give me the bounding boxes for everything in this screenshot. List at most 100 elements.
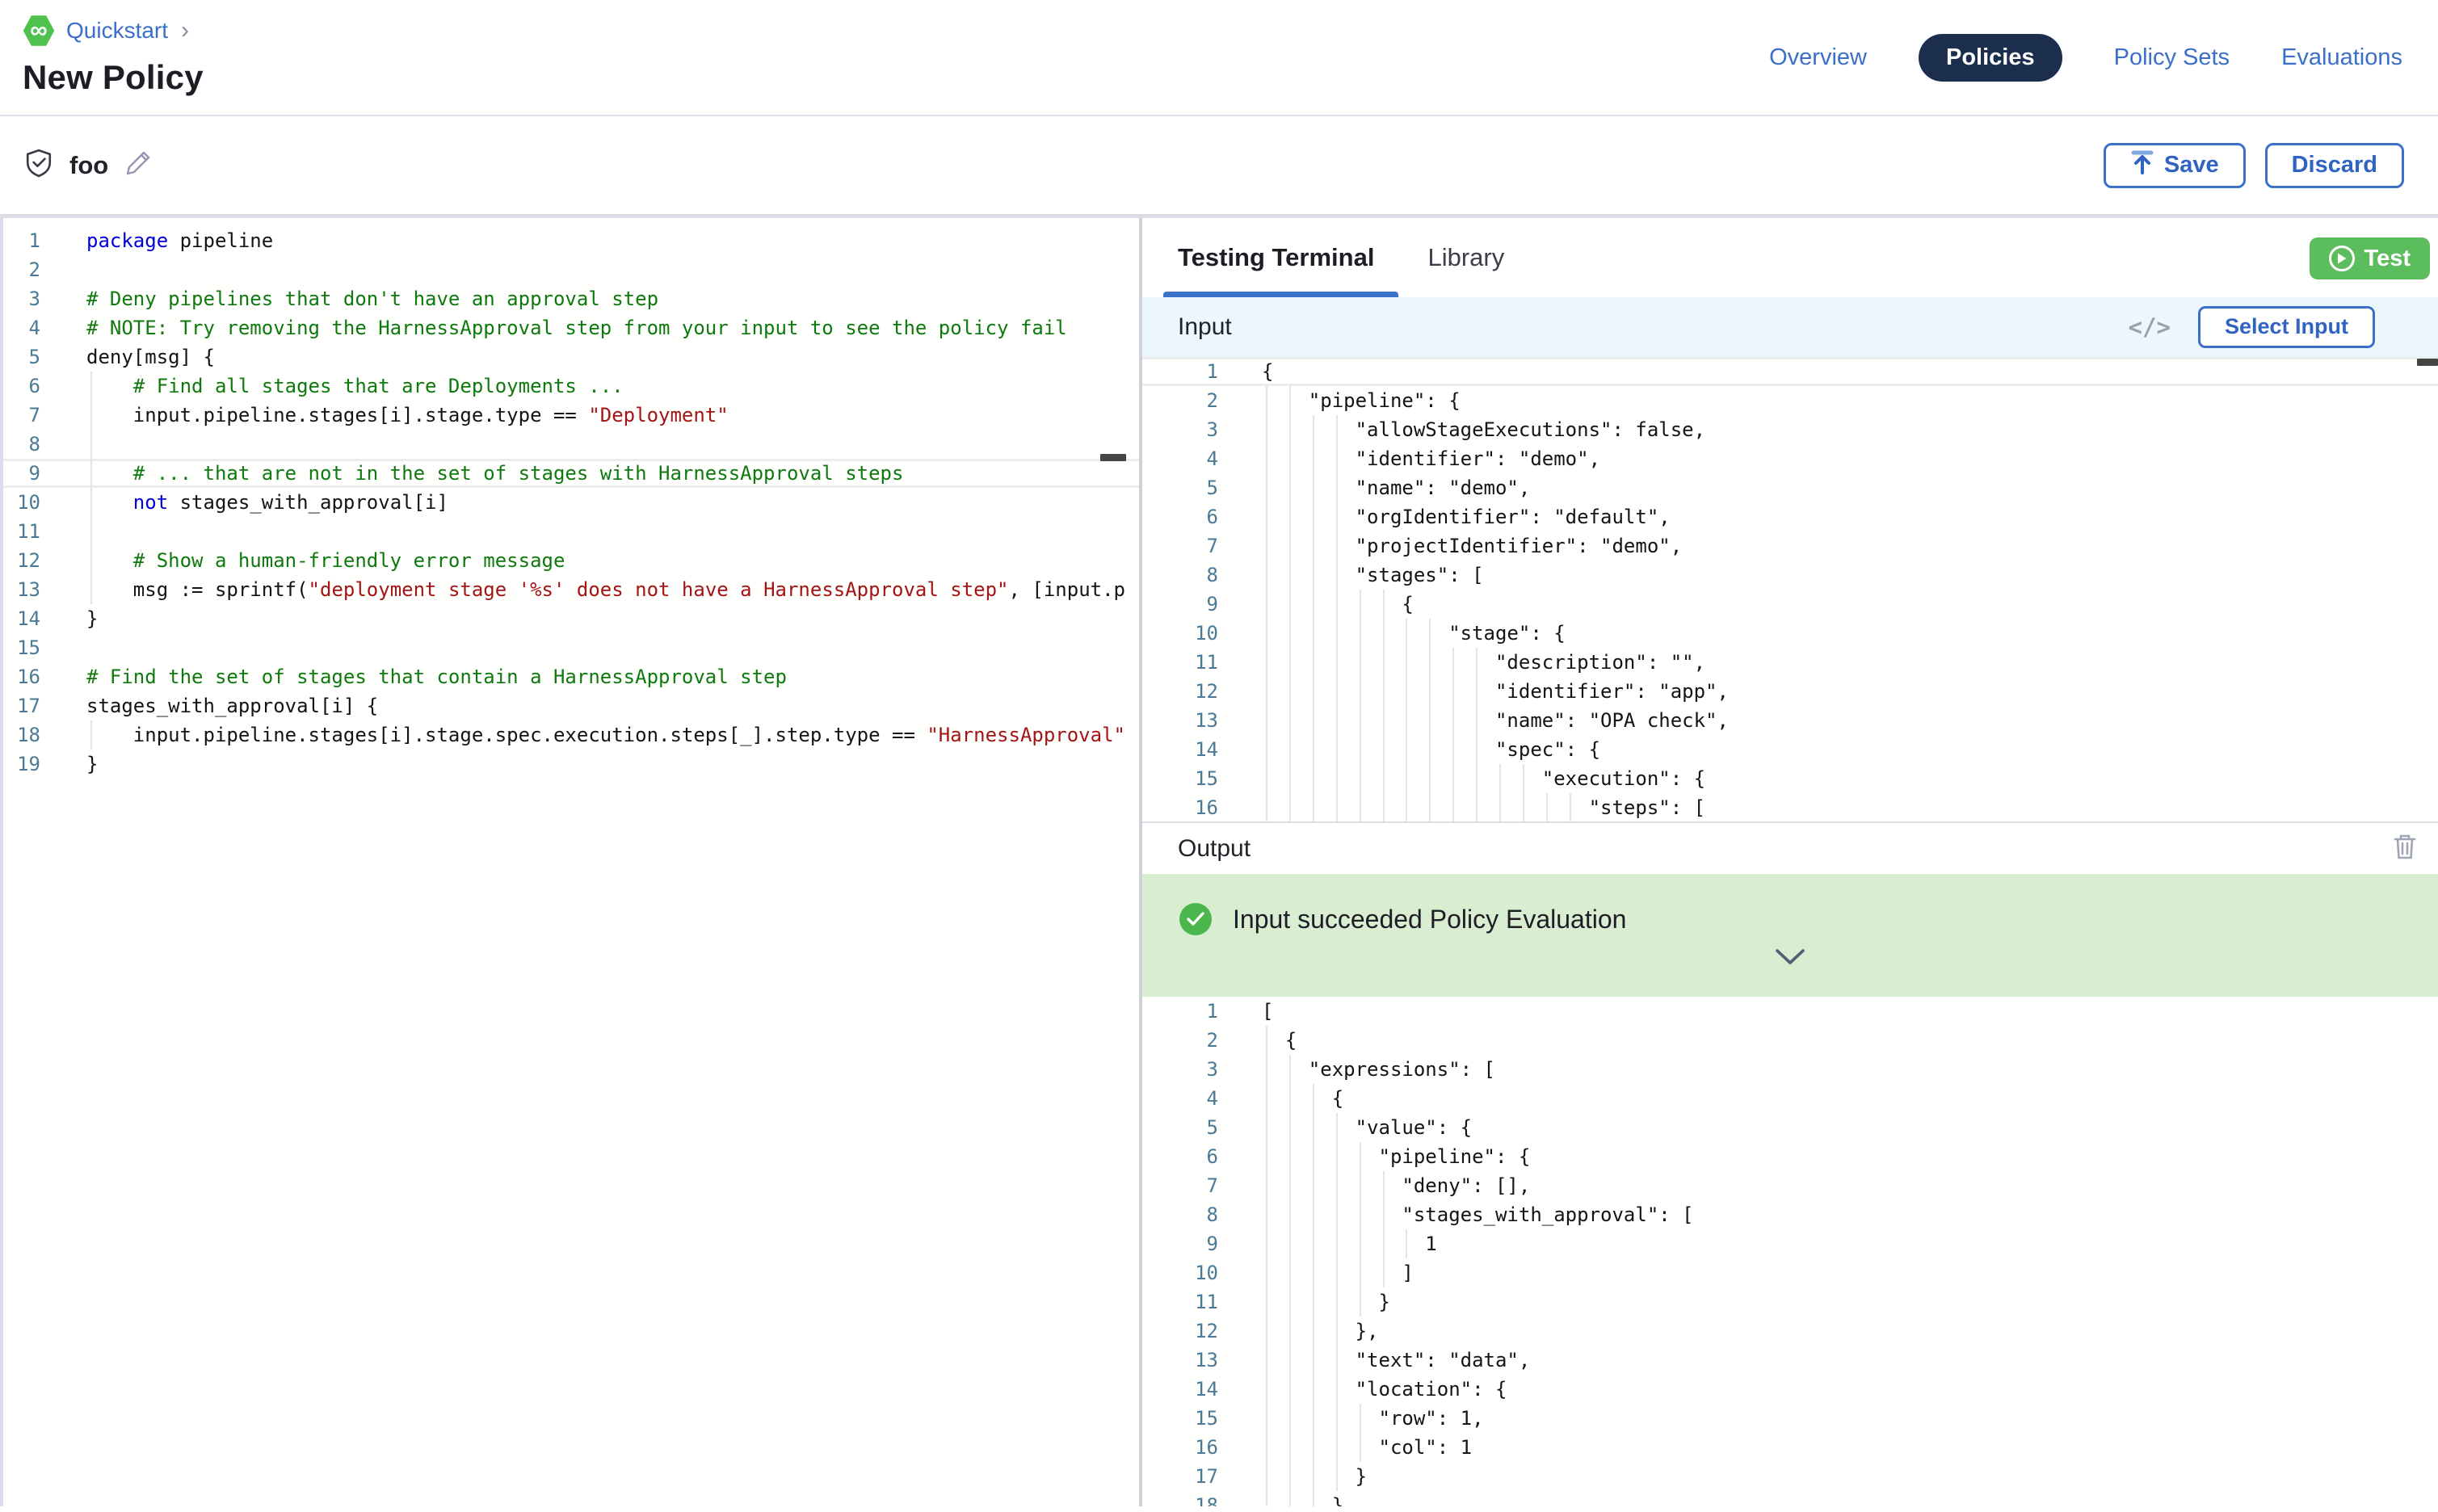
code-line[interactable]: 18 } xyxy=(1142,1491,2438,1506)
code-line[interactable]: 13 "name": "OPA check", xyxy=(1142,706,2438,735)
code-line-text: "deny": [], xyxy=(1262,1171,1530,1200)
code-line-text: "text": "data", xyxy=(1262,1346,1530,1375)
code-line[interactable]: 15 xyxy=(3,633,1139,662)
code-line[interactable]: 13 msg := sprintf("deployment stage '%s'… xyxy=(3,575,1139,604)
code-line[interactable]: 8 "stages_with_approval": [ xyxy=(1142,1200,2438,1229)
indent-guide xyxy=(1336,706,1338,735)
indent-guide xyxy=(1360,1258,1361,1287)
code-line[interactable]: 1{ xyxy=(1142,357,2438,386)
breadcrumb: ∞ Quickstart › xyxy=(23,15,204,47)
line-number: 4 xyxy=(1142,1084,1218,1113)
code-line[interactable]: 1[ xyxy=(1142,997,2438,1026)
code-line-text: "stages_with_approval": [ xyxy=(1262,1200,1694,1229)
input-editor[interactable]: 1{2 "pipeline": {3 "allowStageExecutions… xyxy=(1142,357,2438,821)
code-line[interactable]: 7 "deny": [], xyxy=(1142,1171,2438,1200)
indent-guide xyxy=(1452,735,1454,764)
code-line[interactable]: 14 "spec": { xyxy=(1142,735,2438,764)
nav-tab-policy-sets[interactable]: Policy Sets xyxy=(2114,44,2230,71)
code-line[interactable]: 11 "description": "", xyxy=(1142,648,2438,677)
code-line[interactable]: 3 "expressions": [ xyxy=(1142,1055,2438,1084)
project-icon: ∞ xyxy=(23,15,55,47)
breadcrumb-project-link[interactable]: Quickstart xyxy=(66,18,168,44)
indent-guide xyxy=(1336,1171,1338,1200)
nav-tab-evaluations[interactable]: Evaluations xyxy=(2281,44,2402,71)
discard-button[interactable]: Discard xyxy=(2265,143,2404,188)
code-line[interactable]: 4 { xyxy=(1142,1084,2438,1113)
output-editor[interactable]: 1[2 {3 "expressions": [4 {5 "value": {6 … xyxy=(1142,997,2438,1506)
code-line[interactable]: 14 "location": { xyxy=(1142,1375,2438,1404)
line-number: 11 xyxy=(1142,1287,1218,1317)
indent-guide xyxy=(1383,764,1385,793)
tab-library[interactable]: Library xyxy=(1427,218,1504,297)
nav-tab-overview[interactable]: Overview xyxy=(1769,44,1867,71)
code-line[interactable]: 3 "allowStageExecutions": false, xyxy=(1142,415,2438,444)
tab-testing-terminal[interactable]: Testing Terminal xyxy=(1178,218,1374,297)
line-number: 14 xyxy=(1142,1375,1218,1404)
code-line[interactable]: 12 # Show a human-friendly error message xyxy=(3,546,1139,575)
code-line[interactable]: 10 not stages_with_approval[i] xyxy=(3,488,1139,517)
code-line[interactable]: 2 xyxy=(3,255,1139,284)
test-button[interactable]: Test xyxy=(2310,237,2430,279)
indent-guide xyxy=(1383,1171,1385,1200)
chevron-down-icon[interactable] xyxy=(1775,948,1805,970)
code-line[interactable]: 15 "execution": { xyxy=(1142,764,2438,793)
code-line[interactable]: 2 { xyxy=(1142,1026,2438,1055)
code-line[interactable]: 6 # Find all stages that are Deployments… xyxy=(3,372,1139,401)
code-icon[interactable]: </> xyxy=(2129,313,2171,341)
code-line[interactable]: 18 input.pipeline.stages[i].stage.spec.e… xyxy=(3,720,1139,750)
code-line[interactable]: 16# Find the set of stages that contain … xyxy=(3,662,1139,691)
code-line-text: "expressions": [ xyxy=(1262,1055,1495,1084)
code-line-text: "pipeline": { xyxy=(1262,1142,1530,1171)
save-button[interactable]: Save xyxy=(2104,143,2246,188)
code-line[interactable]: 10 ] xyxy=(1142,1258,2438,1287)
code-line[interactable]: 1package pipeline xyxy=(3,226,1139,255)
indent-guide xyxy=(1429,648,1431,677)
code-line[interactable]: 16 "steps": [ xyxy=(1142,793,2438,821)
code-line[interactable]: 11 } xyxy=(1142,1287,2438,1317)
indent-guide xyxy=(1313,473,1314,502)
code-line[interactable]: 12 }, xyxy=(1142,1317,2438,1346)
code-line[interactable]: 5deny[msg] { xyxy=(3,342,1139,372)
code-line[interactable]: 8 xyxy=(3,430,1139,459)
indent-guide xyxy=(1336,1229,1338,1258)
code-line[interactable]: 9 { xyxy=(1142,590,2438,619)
code-line[interactable]: 11 xyxy=(3,517,1139,546)
trash-icon[interactable] xyxy=(2393,833,2417,864)
code-line[interactable]: 5 "name": "demo", xyxy=(1142,473,2438,502)
code-line[interactable]: 17stages_with_approval[i] { xyxy=(3,691,1139,720)
indent-guide xyxy=(1336,473,1338,502)
indent-guide xyxy=(1266,1258,1267,1287)
edit-pencil-icon[interactable] xyxy=(124,149,152,181)
select-input-button[interactable]: Select Input xyxy=(2198,306,2375,348)
code-line[interactable]: 7 input.pipeline.stages[i].stage.type ==… xyxy=(3,401,1139,430)
code-line[interactable]: 9 # ... that are not in the set of stage… xyxy=(3,459,1139,488)
code-line[interactable]: 4 "identifier": "demo", xyxy=(1142,444,2438,473)
code-line[interactable]: 9 1 xyxy=(1142,1229,2438,1258)
code-line[interactable]: 2 "pipeline": { xyxy=(1142,386,2438,415)
code-line[interactable]: 13 "text": "data", xyxy=(1142,1346,2438,1375)
code-line[interactable]: 3# Deny pipelines that don't have an app… xyxy=(3,284,1139,313)
code-line[interactable]: 6 "orgIdentifier": "default", xyxy=(1142,502,2438,531)
code-line[interactable]: 19} xyxy=(3,750,1139,779)
code-line[interactable]: 16 "col": 1 xyxy=(1142,1433,2438,1462)
indent-guide xyxy=(1289,1258,1291,1287)
code-line-text: stages_with_approval[i] { xyxy=(86,691,378,720)
indent-guide xyxy=(1313,590,1314,619)
code-line[interactable]: 10 "stage": { xyxy=(1142,619,2438,648)
indent-guide xyxy=(1383,619,1385,648)
indent-guide xyxy=(1406,735,1407,764)
policy-code-editor[interactable]: 1package pipeline23# Deny pipelines that… xyxy=(0,218,1139,1506)
code-line[interactable]: 5 "value": { xyxy=(1142,1113,2438,1142)
line-number: 10 xyxy=(1142,1258,1218,1287)
line-number: 9 xyxy=(3,459,40,488)
code-line[interactable]: 7 "projectIdentifier": "demo", xyxy=(1142,531,2438,561)
code-line[interactable]: 12 "identifier": "app", xyxy=(1142,677,2438,706)
nav-tab-policies[interactable]: Policies xyxy=(1919,34,2062,82)
code-line[interactable]: 8 "stages": [ xyxy=(1142,561,2438,590)
code-line[interactable]: 4# NOTE: Try removing the HarnessApprova… xyxy=(3,313,1139,342)
code-line[interactable]: 15 "row": 1, xyxy=(1142,1404,2438,1433)
code-line[interactable]: 17 } xyxy=(1142,1462,2438,1491)
code-line[interactable]: 6 "pipeline": { xyxy=(1142,1142,2438,1171)
code-line[interactable]: 14} xyxy=(3,604,1139,633)
indent-guide xyxy=(1266,386,1267,415)
